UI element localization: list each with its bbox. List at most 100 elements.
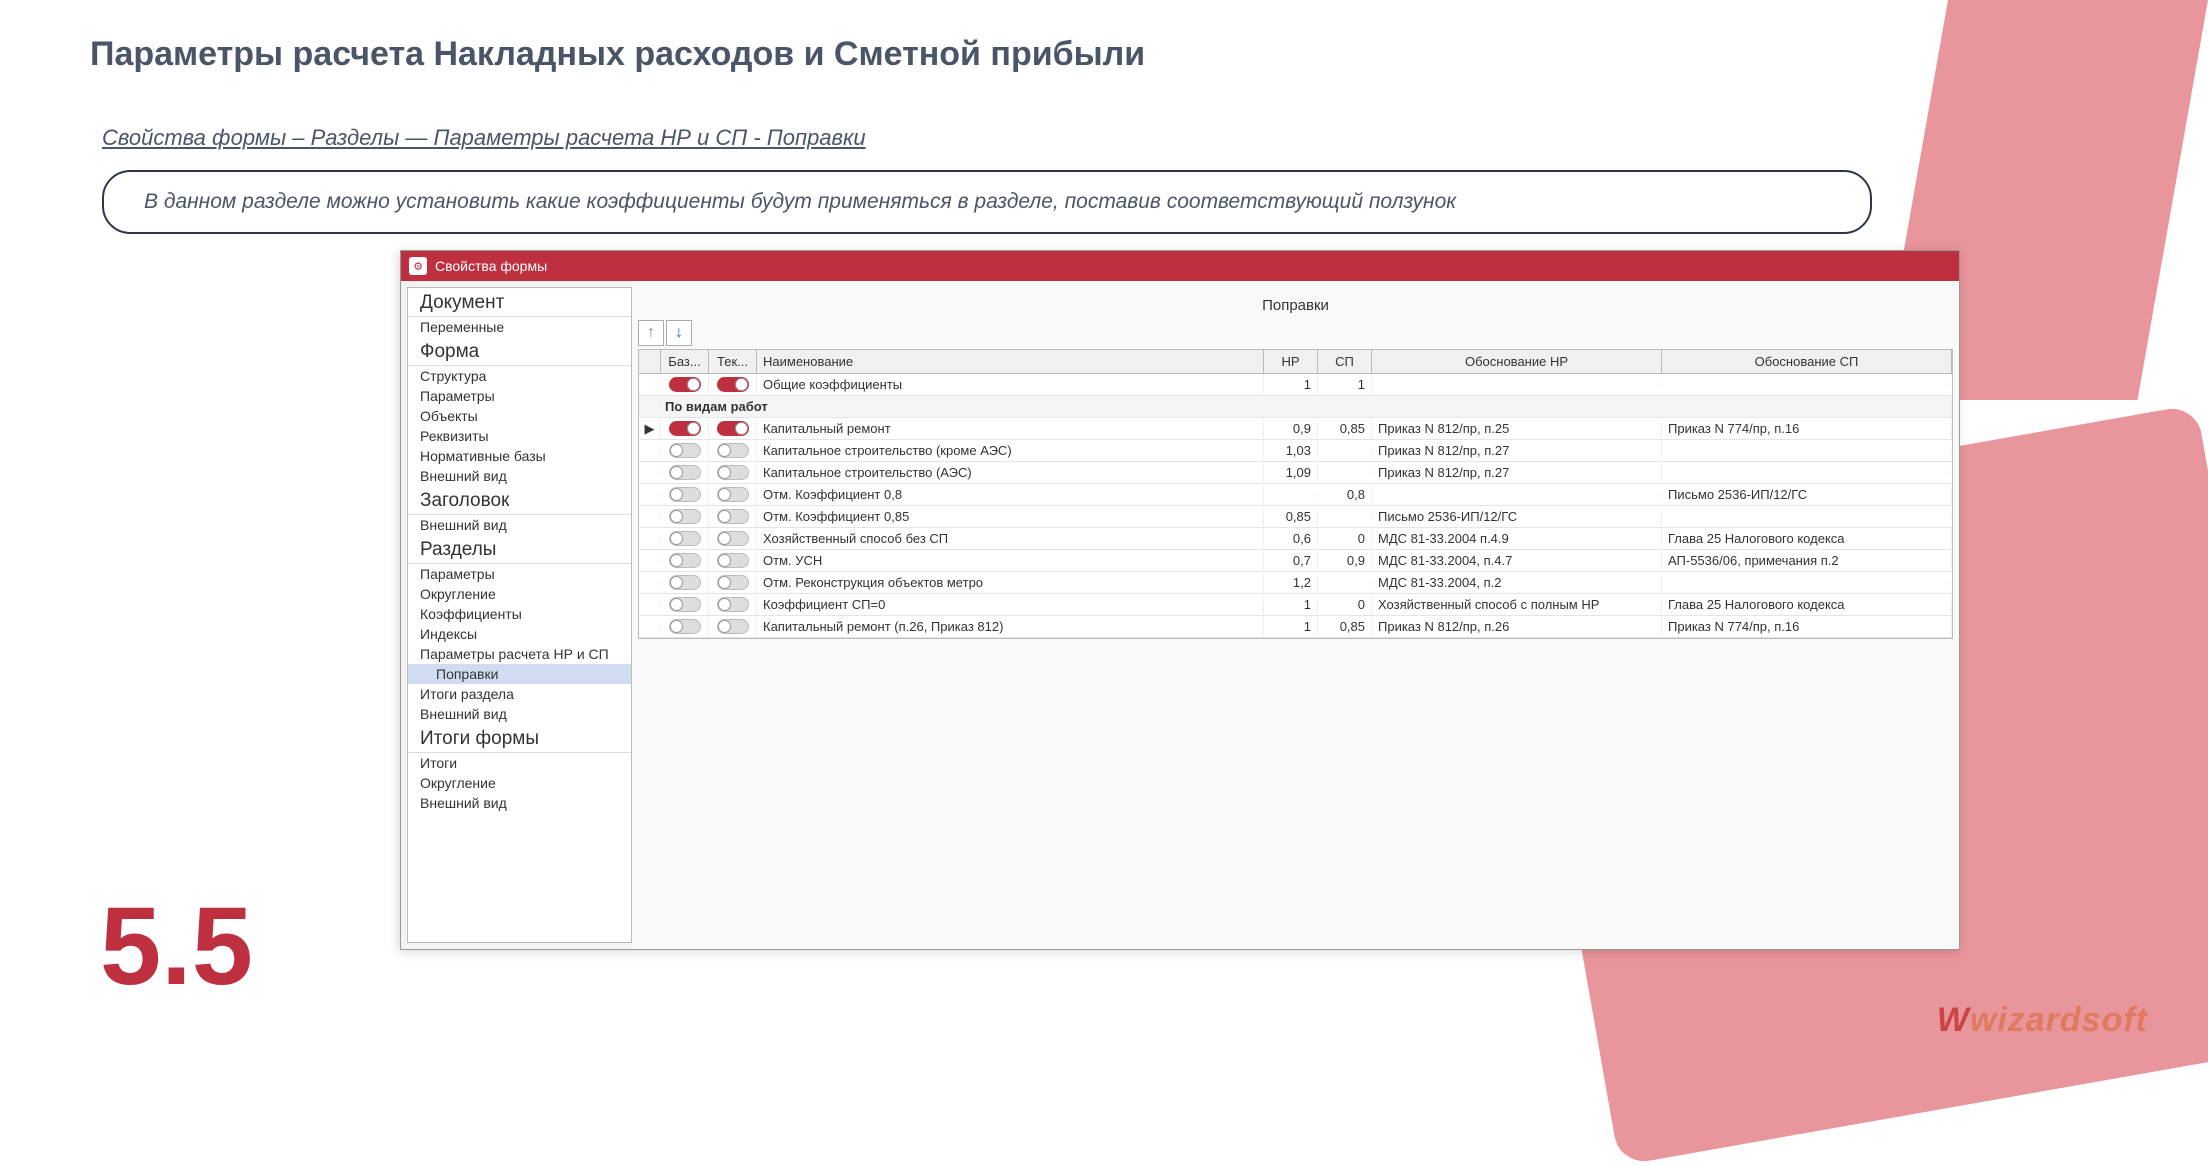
cell-tek xyxy=(709,507,757,526)
toggle-switch[interactable] xyxy=(669,421,701,436)
toggle-switch[interactable] xyxy=(717,421,749,436)
sidebar-item[interactable]: Переменные xyxy=(408,317,631,337)
row-marker xyxy=(639,559,661,563)
cell-tek xyxy=(709,441,757,460)
cell-osp: Письмо 2536-ИП/12/ГС xyxy=(1662,485,1952,504)
table-row[interactable]: Хозяйственный способ без СП0,60МДС 81-33… xyxy=(639,528,1952,550)
toggle-switch[interactable] xyxy=(669,619,701,634)
cell-hr: 0,7 xyxy=(1264,551,1318,570)
sidebar-item[interactable]: Коэффициенты xyxy=(408,604,631,624)
cell-osp: Приказ N 774/пр, п.16 xyxy=(1662,617,1952,636)
col-header-tek[interactable]: Тек... xyxy=(709,350,757,373)
toggle-switch[interactable] xyxy=(717,509,749,524)
table-row[interactable]: ▶Капитальный ремонт0,90,85Приказ N 812/п… xyxy=(639,418,1952,440)
cell-sp xyxy=(1318,449,1372,453)
cell-baz xyxy=(661,463,709,482)
table-row[interactable]: Капитальное строительство (кроме АЭС)1,0… xyxy=(639,440,1952,462)
cell-sp xyxy=(1318,581,1372,585)
cell-hr: 1 xyxy=(1264,375,1318,394)
section-number: 5.5 xyxy=(100,883,253,1010)
row-marker xyxy=(639,493,661,497)
toggle-switch[interactable] xyxy=(717,575,749,590)
cell-tek xyxy=(709,617,757,636)
sidebar-item[interactable]: Внешний вид xyxy=(408,515,631,535)
cell-hr: 0,9 xyxy=(1264,419,1318,438)
table-row[interactable]: Отм. УСН0,70,9МДС 81-33.2004, п.4.7АП-55… xyxy=(639,550,1952,572)
cell-tek xyxy=(709,551,757,570)
cell-sp: 1 xyxy=(1318,375,1372,394)
info-box: В данном разделе можно установить какие … xyxy=(102,170,1872,234)
sidebar-item[interactable]: Итоги xyxy=(408,753,631,773)
toggle-switch[interactable] xyxy=(669,553,701,568)
toggle-switch[interactable] xyxy=(669,443,701,458)
move-down-button[interactable]: ↓ xyxy=(666,320,692,346)
table-row[interactable]: Капитальное строительство (АЭС)1,09Прика… xyxy=(639,462,1952,484)
app-window: ⚙ Свойства формы ДокументПеременныеФорма… xyxy=(400,250,1960,950)
table-row[interactable]: Коэффициент СП=010Хозяйственный способ с… xyxy=(639,594,1952,616)
sidebar-item[interactable]: Итоги раздела xyxy=(408,684,631,704)
toggle-switch[interactable] xyxy=(717,619,749,634)
col-header-hr[interactable]: НР xyxy=(1264,350,1318,373)
sidebar-item[interactable]: Внешний вид xyxy=(408,793,631,813)
cell-hr: 1 xyxy=(1264,595,1318,614)
table-row[interactable]: Отм. Коэффициент 0,80,8Письмо 2536-ИП/12… xyxy=(639,484,1952,506)
toggle-switch[interactable] xyxy=(669,465,701,480)
col-header-name[interactable]: Наименование xyxy=(757,350,1264,373)
toggle-switch[interactable] xyxy=(717,465,749,480)
row-marker xyxy=(639,603,661,607)
table-row[interactable]: Отм. Коэффициент 0,850,85Письмо 2536-ИП/… xyxy=(639,506,1952,528)
toggle-switch[interactable] xyxy=(669,377,701,392)
sidebar-item[interactable]: Параметры расчета НР и СП xyxy=(408,644,631,664)
sidebar-item[interactable]: Внешний вид xyxy=(408,466,631,486)
table-row[interactable]: Капитальный ремонт (п.26, Приказ 812)10,… xyxy=(639,616,1952,638)
toggle-switch[interactable] xyxy=(717,531,749,546)
sidebar-item[interactable]: Структура xyxy=(408,366,631,386)
cell-osp: Глава 25 Налогового кодекса xyxy=(1662,529,1952,548)
toggle-switch[interactable] xyxy=(669,487,701,502)
toggle-switch[interactable] xyxy=(669,531,701,546)
cell-name: Капитальный ремонт (п.26, Приказ 812) xyxy=(757,617,1264,636)
cell-baz xyxy=(661,507,709,526)
col-header-ohr[interactable]: Обоснование НР xyxy=(1372,350,1662,373)
toggle-switch[interactable] xyxy=(669,597,701,612)
sidebar-item[interactable]: Округление xyxy=(408,773,631,793)
sidebar-item[interactable]: Нормативные базы xyxy=(408,446,631,466)
cell-baz xyxy=(661,485,709,504)
sidebar-item[interactable]: Параметры xyxy=(408,386,631,406)
cell-baz xyxy=(661,617,709,636)
row-marker xyxy=(639,625,661,629)
table-row[interactable]: Общие коэффициенты11 xyxy=(639,374,1952,396)
toggle-switch[interactable] xyxy=(717,487,749,502)
toggle-switch[interactable] xyxy=(717,597,749,612)
cell-tek xyxy=(709,529,757,548)
cell-tek xyxy=(709,485,757,504)
cell-name: Коэффициент СП=0 xyxy=(757,595,1264,614)
toggle-switch[interactable] xyxy=(669,509,701,524)
cell-sp xyxy=(1318,471,1372,475)
breadcrumb: Свойства формы – Разделы — Параметры рас… xyxy=(102,125,866,151)
col-header-osp[interactable]: Обоснование СП xyxy=(1662,350,1952,373)
table-group-row[interactable]: По видам работ xyxy=(639,396,1952,418)
cell-sp: 0,8 xyxy=(1318,485,1372,504)
col-header-sp[interactable]: СП xyxy=(1318,350,1372,373)
sidebar-item[interactable]: Поправки xyxy=(408,664,631,684)
sidebar-item[interactable]: Округление xyxy=(408,584,631,604)
sidebar-item[interactable]: Реквизиты xyxy=(408,426,631,446)
toggle-switch[interactable] xyxy=(717,553,749,568)
move-up-button[interactable]: ↑ xyxy=(638,320,664,346)
sidebar-item[interactable]: Объекты xyxy=(408,406,631,426)
sidebar-item[interactable]: Параметры xyxy=(408,564,631,584)
toggle-switch[interactable] xyxy=(717,443,749,458)
cell-baz xyxy=(661,441,709,460)
toggle-switch[interactable] xyxy=(669,575,701,590)
sidebar-item[interactable]: Индексы xyxy=(408,624,631,644)
cell-osp xyxy=(1662,471,1952,475)
table-row[interactable]: Отм. Реконструкция объектов метро1,2МДС … xyxy=(639,572,1952,594)
col-header-baz[interactable]: Баз... xyxy=(661,350,709,373)
sidebar-item[interactable]: Внешний вид xyxy=(408,704,631,724)
cell-sp: 0 xyxy=(1318,529,1372,548)
cell-tek xyxy=(709,595,757,614)
main-content: Поправки ↑ ↓ Баз... Тек... Наименование … xyxy=(632,281,1959,949)
toggle-switch[interactable] xyxy=(717,377,749,392)
cell-hr: 0,85 xyxy=(1264,507,1318,526)
